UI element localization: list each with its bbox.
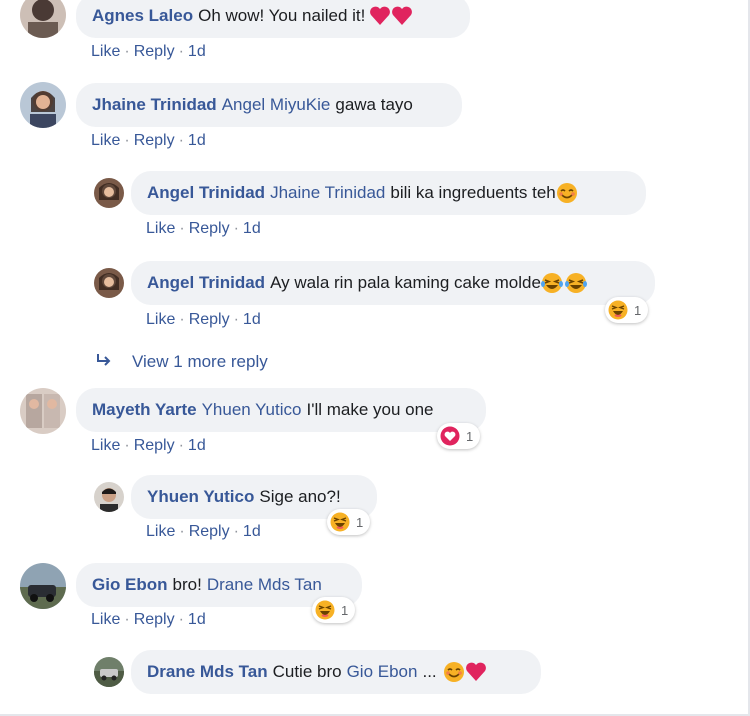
separator: · <box>233 311 239 328</box>
comment-actions: Like · Reply · 1d <box>91 43 206 61</box>
separator: · <box>178 43 184 60</box>
reaction-count: 1 <box>634 302 642 318</box>
avatar[interactable] <box>94 268 124 298</box>
blush-icon <box>443 661 465 683</box>
reaction-summary[interactable]: 1 <box>605 297 649 323</box>
comment-author[interactable]: Agnes Laleo <box>92 6 193 26</box>
avatar[interactable] <box>94 178 124 208</box>
heart-icon <box>369 5 413 27</box>
mention-link[interactable]: Angel MiyuKie <box>222 95 331 115</box>
reply-link[interactable]: Reply <box>134 611 175 628</box>
separator: · <box>179 523 185 540</box>
avatar[interactable] <box>20 563 66 609</box>
mention-link[interactable]: Drane Mds Tan <box>207 575 322 595</box>
comment-author[interactable]: Jhaine Trinidad <box>92 95 217 115</box>
timestamp[interactable]: 1d <box>243 523 261 540</box>
like-link[interactable]: Like <box>91 43 120 60</box>
reaction-summary[interactable]: 1 <box>327 509 371 535</box>
mention-link[interactable]: Yhuen Yutico <box>202 400 302 420</box>
separator: · <box>124 43 130 60</box>
comment-text: bili ka ingreduents teh <box>390 183 556 202</box>
reply-link[interactable]: Reply <box>189 220 230 237</box>
timestamp[interactable]: 1d <box>188 132 206 149</box>
mention-link[interactable]: Gio Ebon <box>347 662 418 682</box>
like-link[interactable]: Like <box>146 220 175 237</box>
comment-bubble: Agnes Laleo Oh wow! You nailed it! <box>76 0 470 38</box>
reply-link[interactable]: Reply <box>134 437 175 454</box>
separator: · <box>178 611 184 628</box>
comment-text: Cutie bro <box>272 662 342 681</box>
comment-author[interactable]: Angel Trinidad <box>147 273 265 293</box>
haha-reaction-icon <box>330 512 350 532</box>
comment-text: gawa tayo <box>335 95 413 114</box>
comment-text: bro! <box>172 575 202 594</box>
reaction-count: 1 <box>466 428 474 444</box>
separator: · <box>124 611 130 628</box>
avatar[interactable] <box>20 388 66 434</box>
separator: · <box>179 220 185 237</box>
reaction-count: 1 <box>356 514 364 530</box>
like-link[interactable]: Like <box>146 523 175 540</box>
comment-author[interactable]: Drane Mds Tan <box>147 662 268 682</box>
blush-icon <box>556 182 578 204</box>
reaction-summary[interactable]: 1 <box>312 597 356 623</box>
reply-arrow-icon <box>96 353 112 372</box>
comment-actions: Like · Reply · 1d <box>91 132 206 150</box>
comment-author[interactable]: Angel Trinidad <box>147 183 265 203</box>
reaction-count: 1 <box>341 602 349 618</box>
separator: · <box>178 437 184 454</box>
comment-actions: Like · Reply · 1d <box>146 220 261 238</box>
separator: · <box>124 132 130 149</box>
comment-bubble: Mayeth Yarte Yhuen Yutico I'll make you … <box>76 388 486 432</box>
comment-text: I'll make you one <box>306 400 434 419</box>
haha-reaction-icon <box>315 600 335 620</box>
timestamp[interactable]: 1d <box>188 437 206 454</box>
reply-link[interactable]: Reply <box>134 43 175 60</box>
separator: · <box>179 311 185 328</box>
reply-link[interactable]: Reply <box>134 132 175 149</box>
comment-bubble: Drane Mds Tan Cutie bro Gio Ebon ... <box>131 650 541 694</box>
avatar[interactable] <box>94 657 124 687</box>
view-more-label[interactable]: View 1 more reply <box>132 352 268 372</box>
comment-actions: Like · Reply · 1d <box>146 311 261 329</box>
timestamp[interactable]: 1d <box>243 220 261 237</box>
comment-bubble: Angel Trinidad Jhaine Trinidad bili ka i… <box>131 171 646 215</box>
mention-link[interactable]: Jhaine Trinidad <box>270 183 385 203</box>
separator: · <box>124 437 130 454</box>
heart-icon <box>465 661 487 683</box>
separator: · <box>233 220 239 237</box>
comment-actions: Like · Reply · 1d <box>91 611 206 629</box>
like-link[interactable]: Like <box>146 311 175 328</box>
separator: · <box>178 132 184 149</box>
love-reaction-icon <box>440 426 460 446</box>
haha-reaction-icon <box>608 300 628 320</box>
reaction-summary[interactable]: 1 <box>437 423 481 449</box>
comment-author[interactable]: Yhuen Yutico <box>147 487 254 507</box>
reply-link[interactable]: Reply <box>189 523 230 540</box>
avatar[interactable] <box>20 82 66 128</box>
comment-actions: Like · Reply · 1d <box>146 523 261 541</box>
timestamp[interactable]: 1d <box>243 311 261 328</box>
comment-author[interactable]: Gio Ebon <box>92 575 168 595</box>
avatar[interactable] <box>20 0 66 38</box>
reply-link[interactable]: Reply <box>189 311 230 328</box>
like-link[interactable]: Like <box>91 132 120 149</box>
like-link[interactable]: Like <box>91 611 120 628</box>
comment-text: Sige ano?! <box>259 487 341 506</box>
comment-actions: Like · Reply · 1d <box>91 437 206 455</box>
separator: · <box>233 523 239 540</box>
timestamp[interactable]: 1d <box>188 43 206 60</box>
comment-text: Oh wow! You nailed it! <box>198 6 366 25</box>
comment-text: Ay wala rin pala kaming cake molde <box>270 273 541 292</box>
comment-bubble: Jhaine Trinidad Angel MiyuKie gawa tayo <box>76 83 462 127</box>
avatar[interactable] <box>94 482 124 512</box>
laughing-crying-icon <box>540 272 587 294</box>
like-link[interactable]: Like <box>91 437 120 454</box>
comment-bubble: Angel Trinidad Ay wala rin pala kaming c… <box>131 261 655 305</box>
timestamp[interactable]: 1d <box>188 611 206 628</box>
comment-author[interactable]: Mayeth Yarte <box>92 400 197 420</box>
view-more-replies-link[interactable]: View 1 more reply <box>96 352 268 372</box>
ellipsis-text: ... <box>422 662 437 681</box>
